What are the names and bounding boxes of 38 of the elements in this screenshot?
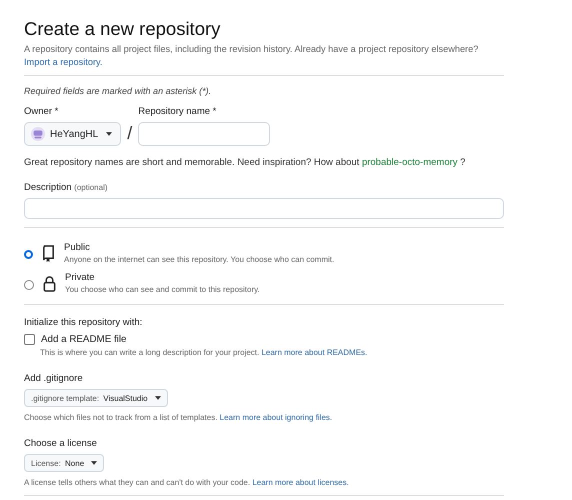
license-link[interactable]: Learn more about licenses.	[252, 478, 349, 487]
import-link[interactable]: Import a repository.	[24, 57, 102, 67]
lock-icon	[42, 275, 57, 292]
repo-name-field[interactable]	[138, 122, 270, 146]
name-hint: Great repository names are short and memorable. Need inspiration? How about probable-octo-memory ?	[24, 157, 466, 168]
readme-checkbox[interactable]	[24, 334, 35, 345]
caret-icon	[154, 396, 161, 400]
gitignore-link[interactable]: Learn more about ignoring files.	[220, 413, 332, 422]
license-help: A license tells others what they can and can't do with your code. Learn more about licenses.	[24, 478, 349, 487]
license-label: Choose a license	[24, 438, 97, 449]
name-suggestion[interactable]: probable-octo-memory	[362, 157, 458, 168]
intro-text: A repository contains all project files, including the revision history. Already have a project repository elsewhere?	[24, 44, 478, 54]
caret-icon	[91, 461, 98, 465]
radio-button[interactable]	[24, 280, 34, 290]
avatar-icon	[31, 127, 45, 141]
gitignore-dropdown[interactable]: .gitignore template: VisualStudio	[24, 389, 168, 407]
caret-icon	[106, 132, 112, 136]
radio-button[interactable]	[24, 250, 33, 259]
initialize-heading: Initialize this repository with:	[24, 317, 142, 328]
license-dropdown[interactable]: License: None	[24, 454, 104, 472]
slash-separator: /	[127, 123, 132, 145]
owner-label: Owner *	[24, 106, 60, 117]
repo-icon	[41, 245, 56, 262]
repo-name-label: Repository name *	[138, 106, 218, 117]
visibility-label: Public	[64, 242, 91, 253]
visibility-description: You choose who can see and commit to this repository.	[65, 285, 260, 294]
gitignore-help: Choose which files not to track from a list of templates. Learn more about ignoring files.	[24, 413, 332, 422]
owner-dropdown[interactable]: HeYangHL	[24, 122, 122, 146]
gitignore-label: Add .gitignore	[24, 373, 83, 384]
description-field[interactable]	[24, 198, 504, 219]
required-note: Required fields are marked with an asterisk (*).	[24, 86, 212, 96]
visibility-description: Anyone on the internet can see this repository. You choose who can commit.	[64, 255, 334, 264]
readme-link[interactable]: Learn more about READMEs.	[261, 348, 368, 357]
readme-label: Add a README file	[41, 334, 126, 345]
visibility-label: Private	[65, 272, 96, 283]
readme-help: This is where you can write a long description for your project. Learn more about READMEs.	[40, 348, 368, 357]
page-title: Create a new repository	[24, 18, 220, 40]
description-label: Description (optional)	[24, 182, 108, 193]
